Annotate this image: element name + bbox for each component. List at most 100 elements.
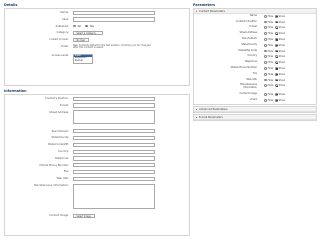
postal-input[interactable]	[73, 142, 155, 147]
email-input[interactable]	[73, 103, 155, 108]
show-radio[interactable]	[275, 67, 278, 70]
order-label: Order:	[60, 44, 69, 48]
param-label: Fax	[252, 71, 257, 75]
hide-radio[interactable]	[264, 78, 267, 82]
show-radio[interactable]	[275, 43, 278, 47]
alias-row: Alias:	[5, 17, 189, 24]
misc-info-label: Miscellaneous Information:	[34, 183, 69, 187]
hide-radio[interactable]	[264, 72, 267, 76]
access-level-option[interactable]: Special	[74, 59, 92, 63]
hide-label: Hide	[267, 55, 274, 59]
show-label: Show	[278, 26, 286, 30]
param-row: Miscellaneous Information Hide Show	[194, 84, 316, 93]
published-options: No Yes	[73, 24, 94, 28]
hide-radio[interactable]	[264, 61, 267, 65]
hide-radio[interactable]	[264, 49, 267, 53]
misc-info-input[interactable]	[73, 183, 155, 209]
show-radio[interactable]	[275, 72, 278, 76]
show-radio[interactable]	[275, 38, 278, 41]
telephone-input[interactable]	[73, 156, 155, 161]
show-label: Show	[278, 84, 286, 88]
hide-label: Hide	[267, 14, 274, 18]
show-radio[interactable]	[275, 92, 278, 96]
published-no-label: No	[77, 25, 82, 28]
contact-image-select[interactable]: - Select Image -	[73, 213, 95, 218]
hide-radio[interactable]	[264, 92, 267, 96]
advanced-parameters-title: Advanced Parameters	[199, 107, 228, 111]
town-row: Town/Suburb:	[5, 129, 189, 136]
param-options: Hide Show	[264, 84, 287, 87]
contact-parameters-rows: Name Hide Show Contact's Position Hide Show E-…	[194, 14, 316, 104]
show-label: Show	[278, 92, 286, 96]
show-radio[interactable]	[275, 26, 278, 30]
town-input[interactable]	[73, 129, 155, 134]
mobile-input[interactable]	[73, 163, 155, 168]
web-url-input[interactable]	[73, 176, 155, 181]
right-column: Parameters ▾ Contact Parameters Name Hide…	[193, 3, 317, 122]
email-parameters-header[interactable]: ▸ E-mail Parameters	[194, 114, 316, 120]
show-radio[interactable]	[275, 55, 278, 59]
street-address-input[interactable]	[73, 110, 155, 125]
param-options: Hide Show	[264, 50, 287, 53]
telephone-row: Telephone:	[5, 156, 189, 163]
contact-image-label: Contact Image:	[49, 213, 69, 217]
access-level-list[interactable]: Public Registered Special	[73, 53, 93, 64]
show-radio[interactable]	[275, 49, 278, 53]
param-label: Name	[249, 13, 257, 17]
name-input[interactable]	[73, 10, 155, 15]
hide-radio[interactable]	[264, 98, 267, 102]
street-address-label: Street Address:	[49, 110, 69, 114]
linked-user-label: Linked to User:	[49, 38, 69, 42]
hide-radio[interactable]	[264, 20, 267, 24]
hide-radio[interactable]	[264, 38, 267, 41]
published-row: Published: No Yes	[5, 24, 189, 31]
hide-radio[interactable]	[264, 26, 267, 30]
country-input[interactable]	[73, 149, 155, 154]
fax-input[interactable]	[73, 169, 155, 175]
show-label: Show	[278, 78, 286, 82]
show-radio[interactable]	[275, 78, 278, 82]
show-label: Show	[278, 98, 286, 102]
show-radio[interactable]	[275, 61, 278, 65]
published-yes-radio[interactable]	[84, 24, 88, 28]
hide-radio[interactable]	[264, 32, 267, 36]
information-box: Contact's Position: E-mail: Street Addre…	[4, 94, 190, 236]
name-row: Name:	[5, 10, 189, 17]
published-yes-label: Yes	[89, 25, 94, 28]
alias-label: Alias:	[61, 17, 69, 21]
hide-radio[interactable]	[264, 14, 267, 18]
param-label: Town/Suburb	[241, 36, 257, 40]
email-parameters-group: ▸ E-mail Parameters	[193, 113, 317, 121]
linked-user-select[interactable]: - No User -	[73, 37, 89, 42]
hide-radio[interactable]	[264, 43, 267, 47]
show-radio[interactable]	[275, 84, 278, 88]
param-options: Hide Show	[264, 32, 287, 35]
show-radio[interactable]	[275, 98, 278, 102]
access-level-row: Access Level: Public Registered Special	[5, 53, 189, 67]
param-label: Street Address	[239, 31, 257, 35]
published-no-radio[interactable]	[73, 24, 76, 28]
show-radio[interactable]	[275, 32, 278, 36]
hide-radio[interactable]	[264, 67, 267, 70]
category-select[interactable]: - Select a Category -	[73, 30, 103, 36]
hide-label: Hide	[267, 20, 274, 24]
position-input[interactable]	[73, 96, 155, 101]
hide-radio[interactable]	[264, 84, 267, 88]
state-input[interactable]	[73, 135, 155, 141]
show-radio[interactable]	[275, 14, 278, 18]
param-options: Hide Show	[264, 44, 287, 47]
param-label: vCard	[249, 97, 257, 101]
linked-user-row: Linked to User: - No User -	[5, 37, 189, 44]
contact-image-row: Contact Image: - Select Image -	[5, 213, 189, 220]
web-url-label: Web URL:	[56, 177, 70, 181]
hide-radio[interactable]	[264, 55, 267, 59]
alias-input[interactable]	[73, 17, 155, 22]
left-column: Details Name: Alias: Published: No Yes C…	[4, 3, 190, 236]
state-label: State/County:	[51, 136, 69, 140]
advanced-parameters-header[interactable]: ▸ Advanced Parameters	[194, 106, 316, 112]
param-options: Hide Show	[264, 79, 287, 82]
show-radio[interactable]	[275, 20, 278, 24]
param-label: Postal/Zip Code	[238, 48, 257, 52]
hide-label: Hide	[267, 61, 274, 65]
fax-row: Fax:	[5, 169, 189, 176]
